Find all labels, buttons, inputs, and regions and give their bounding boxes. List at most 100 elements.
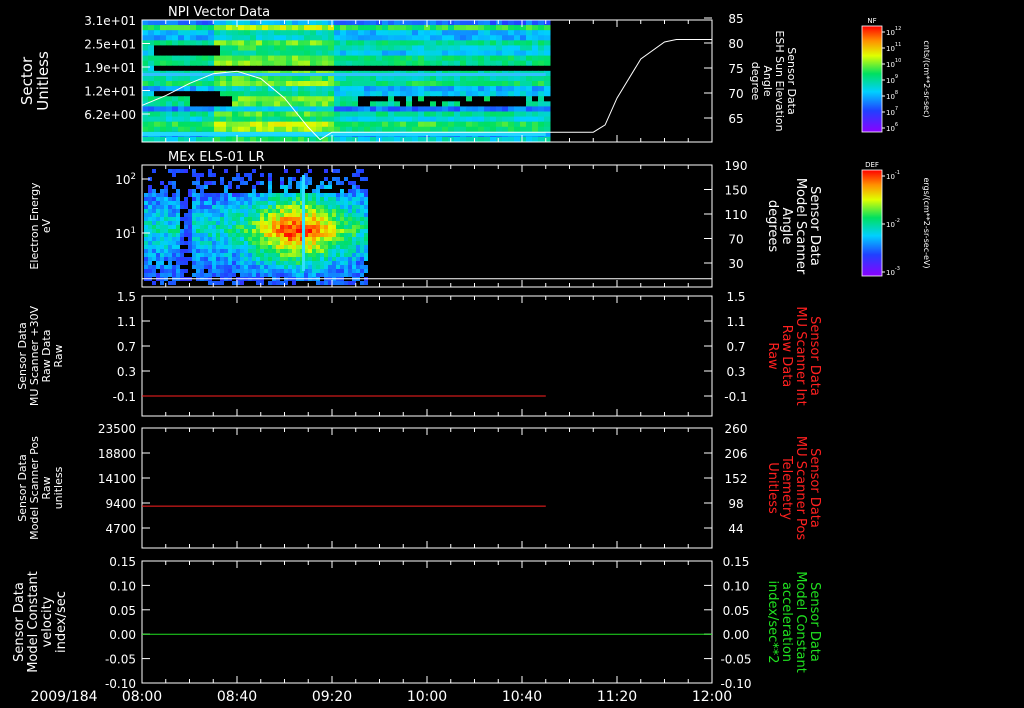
- els-heat-cell: [216, 209, 220, 213]
- els-heat-cell: [320, 185, 324, 189]
- els-heat-cell: [256, 241, 260, 245]
- npi-heat-cell: [202, 111, 209, 118]
- els-heat-cell: [232, 201, 236, 205]
- npi-heat-cell: [412, 111, 419, 118]
- npi-heat-cell: [226, 106, 233, 112]
- npi-heat-cell: [304, 126, 311, 133]
- els-heat-cell: [216, 229, 220, 233]
- npi-heat-cell: [262, 45, 269, 51]
- npi-heat-cell: [262, 96, 269, 102]
- els-heat-cell: [360, 273, 364, 277]
- npi-heat-cell: [412, 75, 419, 82]
- npi-heat-cell: [526, 60, 533, 67]
- npi-heat-cell: [370, 25, 377, 31]
- els-heat-cell: [340, 209, 344, 213]
- els-heat-cell: [252, 233, 256, 237]
- npi-heat-cell: [226, 55, 233, 62]
- npi-heat-cell: [508, 126, 515, 133]
- npi-heat-cell: [538, 60, 545, 67]
- npi-heat-cell: [178, 45, 185, 51]
- els-heat-cell: [212, 181, 216, 185]
- npi-heat-cell: [190, 65, 197, 72]
- els-heat-cell: [168, 261, 172, 265]
- npi-heat-cell: [520, 40, 527, 46]
- npi-heat-cell: [280, 55, 287, 62]
- npi-heat-cell: [274, 111, 281, 118]
- els-heat-cell: [264, 213, 268, 217]
- els-heat-cell: [276, 225, 280, 229]
- npi-heat-cell: [202, 60, 209, 67]
- els-heat-cell: [212, 229, 216, 233]
- npi-heat-cell: [220, 50, 227, 57]
- els-heat-cell: [172, 193, 176, 197]
- els-heat-cell: [160, 281, 164, 285]
- npi-heat-cell: [334, 60, 341, 67]
- npi-heat-cell: [448, 50, 455, 57]
- els-heat-cell: [200, 185, 204, 189]
- els-heat-cell: [232, 193, 236, 197]
- npi-heat-cell: [316, 20, 323, 26]
- npi-heat-cell: [178, 25, 185, 31]
- npi-heat-cell: [490, 45, 497, 51]
- els-heat-cell: [316, 249, 320, 253]
- els-heat-cell: [352, 213, 356, 217]
- els-heat-cell: [208, 241, 212, 245]
- els-heat-cell: [144, 225, 148, 229]
- els-heat-cell: [220, 217, 224, 221]
- npi-heat-cell: [358, 25, 365, 31]
- npi-heat-cell: [358, 75, 365, 82]
- els-heat-cell: [248, 205, 252, 209]
- npi-heat-cell: [340, 55, 347, 62]
- npi-heat-cell: [202, 81, 209, 87]
- npi-heat-cell: [268, 101, 275, 107]
- npi-heat-cell: [454, 126, 461, 133]
- els-heat-cell: [192, 193, 196, 197]
- els-heat-cell: [196, 237, 200, 241]
- npi-heat-cell: [346, 65, 353, 72]
- els-heat-cell: [240, 265, 244, 269]
- els-heat-cell: [328, 245, 332, 249]
- els-heat-cell: [336, 241, 340, 245]
- els-heat-cell: [224, 225, 228, 229]
- els-heat-cell: [160, 253, 164, 257]
- npi-heat-cell: [424, 40, 431, 46]
- els-heat-cell: [356, 257, 360, 261]
- els-heat-cell: [144, 245, 148, 249]
- npi-heat-cell: [490, 116, 497, 123]
- npi-heat-cell: [460, 81, 467, 87]
- els-heat-cell: [252, 205, 256, 209]
- els-heat-cell: [224, 265, 228, 269]
- npi-heat-cell: [184, 101, 191, 107]
- npi-heat-cell: [280, 126, 287, 133]
- npi-heat-cell: [280, 45, 287, 51]
- npi-heat-cell: [478, 126, 485, 133]
- npi-heat-cell: [328, 40, 335, 46]
- els-heat-cell: [216, 273, 220, 277]
- panel-int-ytick-label: 1.5: [117, 290, 136, 304]
- npi-heat-cell: [376, 45, 383, 51]
- els-heat-cell: [340, 273, 344, 277]
- els-heat-cell: [352, 193, 356, 197]
- els-heat-cell: [288, 229, 292, 233]
- npi-heat-cell: [298, 30, 305, 36]
- npi-heat-cell: [448, 101, 455, 107]
- npi-heat-cell: [172, 116, 179, 123]
- els-heat-cell: [264, 205, 268, 209]
- npi-heat-cell: [340, 45, 347, 51]
- els-heat-cell: [152, 189, 156, 193]
- els-heat-cell: [200, 245, 204, 249]
- els-heat-cell: [292, 245, 296, 249]
- els-heat-cell: [348, 213, 352, 217]
- els-heat-cell: [312, 225, 316, 229]
- els-heat-cell: [312, 233, 316, 237]
- els-heat-cell: [316, 225, 320, 229]
- els-heat-cell: [332, 193, 336, 197]
- npi-heat-cell: [520, 75, 527, 82]
- els-heat-cell: [148, 249, 152, 253]
- npi-heat-cell: [466, 96, 473, 102]
- els-heat-cell: [160, 189, 164, 193]
- els-heat-cell: [308, 241, 312, 245]
- els-heat-cell: [236, 193, 240, 197]
- npi-heat-cell: [280, 106, 287, 112]
- els-heat-cell: [204, 181, 208, 185]
